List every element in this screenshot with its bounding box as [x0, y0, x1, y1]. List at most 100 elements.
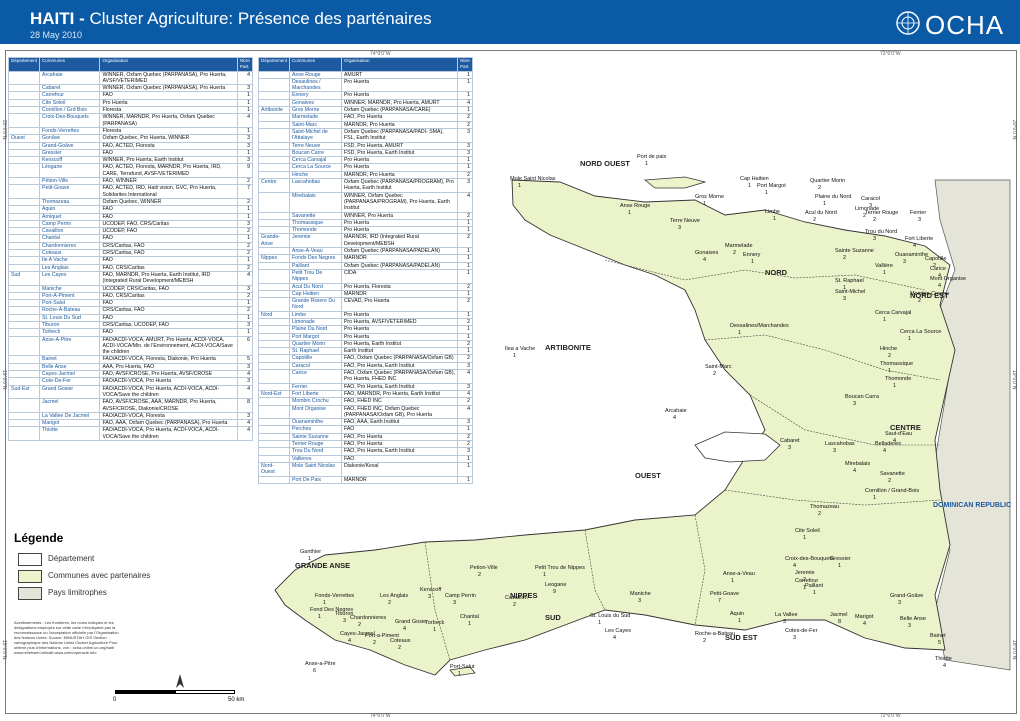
cell-commune: Croix-Des-Bouquets	[39, 113, 101, 128]
cell-count: 3	[237, 411, 253, 421]
cell-departement	[7, 91, 41, 100]
map-notes: Avertissements : Les frontières, les nom…	[14, 620, 119, 655]
commune-partner-count: 2	[513, 602, 516, 608]
cell-count: 1	[457, 332, 473, 341]
cell-count: 1	[237, 328, 253, 337]
cell-departement	[257, 397, 291, 406]
table-row: Port Margot Pro Huerta 1	[257, 332, 473, 341]
cell-departement	[7, 70, 41, 86]
table-row: Tiburon CRS/Caritas, UCODEP, FAO 3	[7, 320, 253, 330]
cell-count: 2	[457, 113, 473, 122]
commune-label: Anse-a-Pitre	[305, 661, 336, 667]
table-row: Carice FAO, Oxfam Quebec (PARPANASA/Oxfam…	[257, 369, 473, 384]
cell-commune: Thomazeau	[39, 197, 101, 207]
cell-departement	[257, 120, 291, 129]
cell-organisation: FAO, AVSF/CROSE, Pro Huerta, AVSF/CROSE	[99, 370, 239, 379]
cell-count: 3	[457, 148, 473, 158]
cell-count: 1	[237, 106, 253, 115]
cell-departement	[257, 113, 291, 122]
table-row: St. Louis Du Sud FAO 1	[7, 313, 253, 323]
cell-departement	[7, 355, 41, 364]
cell-organisation: Pro Huerta	[340, 310, 459, 320]
cell-departement: Sud-Est	[7, 384, 41, 400]
cell-departement	[7, 241, 41, 251]
commune-partner-count: 2	[373, 640, 376, 646]
cell-count: 2	[457, 120, 473, 129]
cell-departement	[257, 325, 291, 334]
cell-count: 1	[457, 454, 473, 463]
cell-count: 4	[457, 369, 473, 384]
table-row: Camp Perrin UCODEP, FAO, CRS/Caritas 3	[7, 219, 253, 229]
cell-commune: Cerca La Source	[289, 163, 342, 172]
table-row: Trou Du Nord FAO, Pro Huerta, Earth Insti…	[257, 447, 473, 456]
table-row: Acul Du Nord Pro Huerta, Floresta 2	[257, 282, 473, 291]
cell-departement	[7, 141, 41, 150]
cell-organisation: Oxfam Quebec (PARPANASA/CARE)	[340, 106, 459, 115]
table-row: Jacmel FAO, AVSF/CROSE, AAA, MARNDR, Pro …	[7, 398, 253, 413]
commune-label: Cerca Carvajal	[875, 310, 911, 316]
commune-label: Port de paix	[637, 154, 667, 160]
commune-partner-count: 1	[773, 216, 776, 222]
commune-partner-count: 2	[888, 353, 891, 359]
cell-commune: La Vallee De Jacmel	[39, 411, 101, 421]
cell-organisation: FAO, FHED INC, Oxfam Quebec (PARPANASA/O…	[340, 404, 459, 420]
commune-partner-count: 1	[893, 383, 896, 389]
cell-organisation: FAO	[99, 299, 239, 308]
commune-partner-count: 3	[428, 594, 431, 600]
cell-organisation: FAO	[99, 256, 239, 265]
table-row: Kenscoff WINNER, Pro Huerta, Earth Instit…	[7, 156, 253, 165]
table-row: Anse-A-Veau Oxfam Quebec (PARPANASA/PADEL…	[257, 246, 473, 256]
cell-count: 4	[237, 426, 253, 442]
cell-commune: Terrier Rouge	[289, 440, 342, 449]
commune-label: Ouanaminthe	[895, 252, 928, 258]
commune-label: Coteaux	[390, 638, 411, 644]
commune-label: Mont Organise	[930, 276, 966, 282]
cell-departement	[7, 335, 41, 357]
table-row: Marmelade FAO, Pro Huerta 2	[257, 113, 473, 122]
commune-partner-count: 3	[638, 598, 641, 604]
commune-label: Port-Salut	[450, 664, 475, 670]
cell-departement	[7, 426, 41, 442]
col-header-departement: Département	[257, 57, 291, 72]
cell-count: 3	[237, 362, 253, 372]
cell-commune: Quartier Morin	[289, 339, 342, 349]
table-row: Saint-Michel de l'Attalaye Oxfam Quebec (…	[257, 127, 473, 143]
cell-count: 1	[457, 268, 473, 284]
commune-label: Cotes-de-Fer	[785, 628, 818, 634]
cell-commune: Vallieres	[289, 454, 342, 463]
table-row: Mirebalais WINNER, Oxfam Quebec (PARPANAS…	[257, 191, 473, 213]
legend-swatch-pays	[18, 587, 42, 600]
cell-departement	[7, 377, 41, 386]
cell-organisation: FAO, AAA, Earth Institut	[340, 418, 459, 427]
cell-departement	[257, 261, 291, 270]
cell-organisation: FAO/ACDI-VOCA, Pro Huerta	[99, 377, 239, 386]
commune-partner-count: 4	[673, 415, 676, 421]
table-row: Artibonite Gros Morne Oxfam Quebec (PARPAN…	[257, 106, 473, 115]
cell-departement	[7, 370, 41, 379]
cell-commune: Cap Haitien	[289, 289, 342, 299]
cell-count: 9	[237, 163, 253, 179]
cell-departement	[7, 197, 41, 207]
commune-partner-count: 1	[598, 620, 601, 626]
table-row: Chantal FAO 1	[7, 234, 253, 243]
cell-departement	[7, 256, 41, 265]
cell-count: 3	[457, 141, 473, 150]
cell-departement	[7, 248, 41, 258]
commune-label: Jeremie	[795, 570, 815, 576]
table-row: Paillant Oxfam Quebec (PARPANASA/PADELAN)…	[257, 261, 473, 270]
cell-count: 2	[457, 233, 473, 249]
legend-swatch-departement	[18, 553, 42, 566]
cell-count: 7	[237, 184, 253, 199]
cell-count: 2	[457, 440, 473, 449]
table-row: Nord Limbe Pro Huerta 1	[257, 310, 473, 320]
cell-organisation: FAO/ACDI-VOCA, Pro Huerta, ACDI-VOCA, AC…	[99, 426, 239, 442]
table-row: Thomonde Pro Huerta 1	[257, 226, 473, 235]
cell-departement	[7, 177, 41, 186]
commune-label: Anse Rouge	[620, 203, 650, 209]
cell-commune: Mole Saint Nicolas	[289, 461, 342, 477]
cell-organisation: FAO, Pro Huerta, Earth Institut	[340, 361, 459, 371]
cell-count: 3	[237, 320, 253, 330]
cell-departement	[7, 299, 41, 308]
cell-count: 1	[457, 289, 473, 299]
cell-count: 2	[457, 432, 473, 442]
